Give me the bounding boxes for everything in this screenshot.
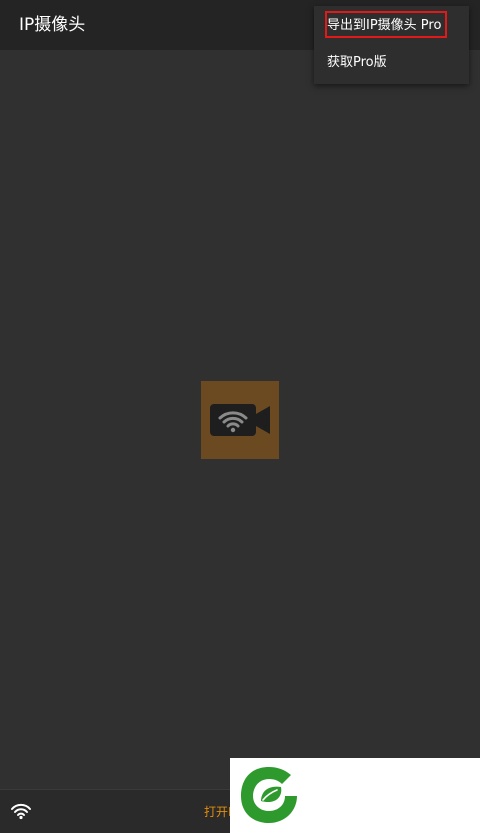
menu-item-export-pro[interactable]: 导出到IP摄像头 Pro	[314, 9, 469, 43]
menu-item-get-pro[interactable]: 获取Pro版	[314, 46, 469, 80]
menu-item-get-pro-label: 获取Pro版	[327, 55, 387, 70]
green-leaf-logo-icon	[241, 767, 297, 823]
wifi-icon[interactable]	[10, 802, 32, 820]
watermark-logo	[230, 758, 480, 833]
camera-wifi-icon	[201, 381, 279, 459]
app-title: IP摄像头	[19, 15, 86, 35]
menu-item-export-pro-label: 导出到IP摄像头 Pro	[327, 18, 442, 33]
open-action-text[interactable]: 打开I	[204, 803, 232, 821]
overflow-menu: 导出到IP摄像头 Pro 获取Pro版	[314, 6, 469, 84]
